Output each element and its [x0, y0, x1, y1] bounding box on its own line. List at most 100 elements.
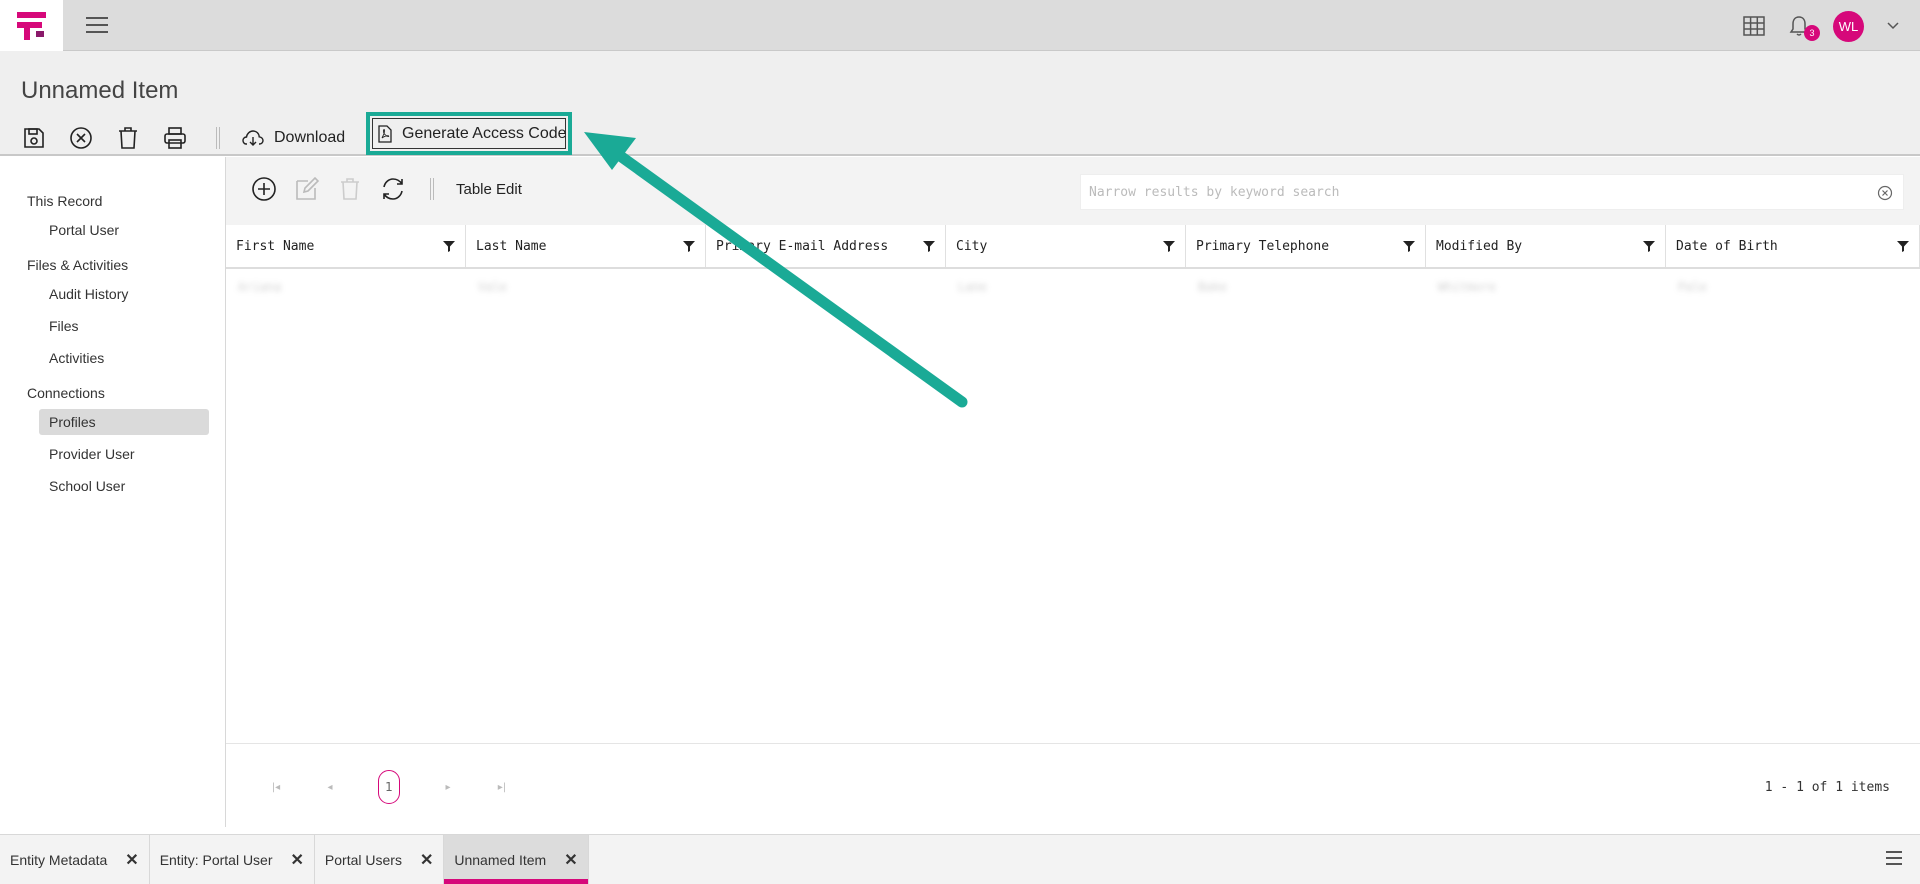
sidebar-item-audit-history[interactable]: Audit History: [39, 281, 209, 307]
table-row[interactable]: Ariana Vale Lane Bake Whitmore Pale: [226, 271, 1920, 303]
add-icon: [252, 177, 276, 201]
close-icon[interactable]: ✕: [420, 850, 433, 870]
filter-icon[interactable]: [443, 240, 455, 252]
generate-access-code-content: Generate Access Code: [378, 125, 567, 143]
grid-actions: Table Edit: [250, 175, 522, 203]
delete-record-button[interactable]: [336, 175, 364, 203]
add-record-button[interactable]: [250, 175, 278, 203]
column-last-name[interactable]: Last Name: [466, 225, 706, 267]
filter-icon[interactable]: [1643, 240, 1655, 252]
column-label: Primary E-mail Address: [716, 238, 889, 254]
trash-icon: [119, 127, 137, 149]
sidebar-item-activities[interactable]: Activities: [39, 345, 209, 371]
close-icon[interactable]: ✕: [125, 850, 138, 870]
search-input[interactable]: [1081, 175, 1861, 209]
tab-entity-portal-user[interactable]: Entity: Portal User ✕: [150, 835, 315, 884]
app-logo[interactable]: [0, 0, 63, 51]
chevron-down-icon[interactable]: [1886, 19, 1900, 33]
column-label: Date of Birth: [1676, 238, 1778, 254]
menu-toggle-icon[interactable]: [86, 14, 108, 36]
save-icon: [24, 128, 44, 148]
filter-icon[interactable]: [1897, 240, 1909, 252]
grid-toolbar-divider: [430, 178, 434, 200]
logo-icon: [16, 11, 46, 40]
page-number-button[interactable]: 1: [378, 770, 400, 804]
sidebar-item-files[interactable]: Files: [39, 313, 209, 339]
clear-search-icon[interactable]: [1877, 185, 1893, 201]
top-bar: 3 WL: [0, 0, 1920, 51]
sidebar-group-files-activities: Files & Activities: [27, 257, 129, 273]
close-icon[interactable]: ✕: [291, 850, 304, 870]
print-button[interactable]: [161, 124, 189, 152]
edit-icon: [296, 176, 320, 200]
download-label: Download: [274, 129, 346, 146]
edit-record-button[interactable]: [293, 175, 321, 203]
sidebar-group-connections: Connections: [27, 385, 105, 401]
apps-grid-icon[interactable]: [1743, 16, 1765, 36]
column-first-name[interactable]: First Name: [226, 225, 466, 267]
previous-page-icon[interactable]: ◂: [324, 782, 336, 793]
pdf-file-icon: [378, 124, 392, 143]
open-tabs-bar: Entity Metadata ✕ Entity: Portal User ✕ …: [0, 834, 1920, 884]
tab-portal-users[interactable]: Portal Users ✕: [315, 835, 445, 884]
table-cell: Bake: [1198, 280, 1227, 294]
cloud-download-icon: [242, 130, 264, 146]
column-label: Modified By: [1436, 238, 1523, 254]
sidebar-item-portal-user[interactable]: Portal User: [39, 217, 209, 243]
tab-label: Portal Users: [324, 852, 402, 868]
cancel-icon: [70, 127, 92, 149]
sidebar-item-provider-user[interactable]: Provider User: [39, 441, 209, 467]
filter-icon[interactable]: [683, 240, 695, 252]
column-primary-telephone[interactable]: Primary Telephone: [1186, 225, 1426, 267]
table-cell: Lane: [958, 280, 987, 294]
table-cell: Whitmore: [1438, 280, 1496, 294]
last-page-icon[interactable]: ▸|: [496, 782, 508, 793]
tab-unnamed-item[interactable]: Unnamed Item ✕: [444, 835, 589, 884]
toolbar-divider: [216, 127, 220, 149]
table-cell: Ariana: [238, 280, 282, 294]
filter-icon[interactable]: [923, 240, 935, 252]
main-content: Table Edit First Name Last Name Primary …: [226, 157, 1920, 827]
column-label: Last Name: [476, 238, 547, 254]
save-button[interactable]: [20, 124, 48, 152]
tab-label: Unnamed Item: [454, 852, 547, 868]
sidebar-item-profiles[interactable]: Profiles: [39, 409, 209, 435]
filter-icon[interactable]: [1163, 240, 1175, 252]
column-label: City: [956, 238, 988, 254]
notification-count-badge: 3: [1804, 25, 1820, 41]
column-primary-email[interactable]: Primary E-mail Address: [706, 225, 946, 267]
trash-icon: [341, 178, 359, 200]
tabs-menu-icon[interactable]: [1886, 851, 1902, 865]
sidebar-item-school-user[interactable]: School User: [39, 473, 209, 499]
download-button[interactable]: Download: [242, 129, 345, 147]
next-page-icon[interactable]: ▸: [442, 782, 454, 793]
column-modified-by[interactable]: Modified By: [1426, 225, 1666, 267]
table-header: First Name Last Name Primary E-mail Addr…: [226, 225, 1920, 269]
sidebar-group-this-record: This Record: [27, 193, 103, 209]
column-label: Primary Telephone: [1196, 238, 1330, 254]
first-page-icon[interactable]: |◂: [270, 782, 282, 793]
table-cell: [706, 271, 946, 303]
record-sidebar: This Record Portal User Files & Activiti…: [0, 157, 226, 827]
table-edit-button[interactable]: Table Edit: [456, 181, 522, 198]
notifications-button[interactable]: 3: [1787, 14, 1820, 41]
table-cell: Pale: [1678, 280, 1707, 294]
keyword-search: [1080, 174, 1904, 210]
printer-icon: [164, 127, 186, 149]
column-city[interactable]: City: [946, 225, 1186, 267]
user-avatar[interactable]: WL: [1833, 10, 1864, 42]
refresh-button[interactable]: [379, 175, 407, 203]
filter-icon[interactable]: [1403, 240, 1415, 252]
page-title: Unnamed Item: [21, 77, 179, 104]
delete-button[interactable]: [114, 124, 142, 152]
generate-access-code-button[interactable]: Generate Access Code: [366, 112, 572, 155]
top-right-controls: 3 WL: [1743, 8, 1900, 44]
tab-entity-metadata[interactable]: Entity Metadata ✕: [0, 835, 150, 884]
refresh-icon: [383, 178, 403, 200]
pager-buttons: |◂ ◂ 1 ▸ ▸|: [270, 770, 550, 804]
cancel-button[interactable]: [67, 124, 95, 152]
close-icon[interactable]: ✕: [564, 850, 577, 870]
column-date-of-birth[interactable]: Date of Birth: [1666, 225, 1920, 267]
pager-info: 1 - 1 of 1 items: [1764, 780, 1890, 795]
table-cell: Vale: [478, 280, 507, 294]
